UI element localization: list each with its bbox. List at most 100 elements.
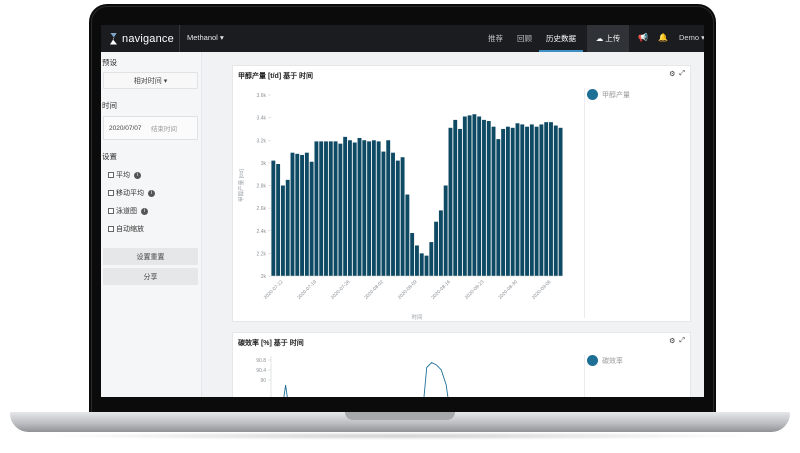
bar	[347, 140, 352, 276]
bar	[376, 141, 381, 276]
bar	[534, 126, 539, 276]
bar	[510, 127, 515, 277]
app-screen: navigance Methanol ▾ 推荐 回顾 历史数据 ☁ 上传 📢 🔔…	[101, 25, 704, 397]
info-icon[interactable]: i	[148, 189, 155, 197]
option-autoscale[interactable]: 自动缩放	[108, 224, 144, 234]
efficiency-series-line	[283, 361, 449, 397]
start-date-input[interactable]: 2020/07/07	[104, 125, 151, 132]
bar	[462, 116, 467, 277]
gear-icon[interactable]: ⚙	[669, 337, 675, 345]
y-tick-label: 2.2k	[257, 251, 267, 257]
bar	[324, 141, 328, 276]
legend-label: 碳效率	[602, 357, 623, 365]
option-moving-average[interactable]: 移动平均 i	[108, 188, 155, 198]
checkbox[interactable]	[108, 172, 114, 178]
checkbox[interactable]	[108, 226, 114, 232]
legend-divider	[584, 88, 585, 318]
efficiency-line-chart: 90.8 90.4 90	[256, 356, 449, 397]
bar	[285, 179, 290, 276]
expand-icon[interactable]: ⤢	[679, 70, 685, 78]
bar	[520, 124, 525, 276]
y-axis-label: 甲醇产量 [t/d]	[237, 169, 245, 202]
panel-tools: ⚙ ⤢	[669, 70, 685, 78]
logo[interactable]: navigance	[109, 31, 174, 46]
time-label: 时间	[102, 101, 117, 110]
cloud-upload-icon: ☁	[595, 34, 604, 43]
gear-icon[interactable]: ⚙	[669, 70, 675, 78]
bar	[410, 233, 415, 276]
sidebar: 预设 相对时间 ▾ 时间 2020/07/07 结束时间 设置 平均 i 移动平…	[101, 52, 202, 397]
bell-icon[interactable]: 🔔	[658, 33, 668, 42]
bar	[472, 114, 477, 276]
y-tick-label: 2.8k	[257, 184, 267, 190]
bar	[486, 121, 491, 276]
bar	[434, 221, 439, 276]
share-button[interactable]: 分享	[103, 268, 198, 285]
nav-link-recommend[interactable]: 推荐	[481, 25, 510, 52]
expand-icon[interactable]: ⤢	[679, 337, 685, 345]
bar	[381, 151, 386, 276]
bar	[319, 141, 324, 276]
info-icon[interactable]: i	[141, 207, 148, 215]
legend-item[interactable]: 甲醇产量	[587, 89, 630, 100]
bar	[280, 185, 285, 276]
bar	[443, 185, 448, 276]
reset-settings-button[interactable]: 设置重置	[103, 248, 198, 265]
bar	[424, 255, 429, 276]
nav-link-review[interactable]: 回顾	[510, 25, 539, 52]
bar	[458, 128, 462, 276]
nav-link-history[interactable]: 历史数据	[539, 25, 583, 52]
panel-title: 碳效率 [%] 基于 时间	[238, 340, 304, 347]
relative-time-button[interactable]: 相对时间 ▾	[103, 72, 198, 89]
bar	[405, 194, 410, 276]
relative-time-label: 相对时间	[133, 77, 162, 85]
user-menu[interactable]: Demo ▾	[679, 33, 704, 42]
bar	[290, 152, 295, 276]
logo-text: navigance	[122, 32, 174, 45]
legend-item[interactable]: 碳效率	[587, 355, 623, 366]
end-date-input[interactable]: 结束时间	[151, 123, 197, 133]
bar	[371, 140, 376, 276]
bar	[419, 253, 424, 276]
bar	[553, 125, 558, 276]
caret-down-icon: ▾	[161, 77, 168, 85]
bar	[438, 210, 443, 276]
option-swimlane[interactable]: 泳道图 i	[108, 206, 148, 216]
bar	[386, 140, 391, 276]
bar	[391, 152, 395, 276]
user-name: Demo	[679, 33, 700, 42]
bar	[544, 122, 549, 277]
legend-label: 甲醇产量	[602, 91, 630, 99]
y-tick-label: 2.4k	[257, 229, 267, 235]
bar	[367, 141, 372, 276]
bar	[529, 124, 534, 276]
bar	[482, 119, 486, 276]
model-dropdown[interactable]: Methanol ▾	[187, 33, 224, 42]
x-tick-label: 2020-08-30	[497, 279, 519, 301]
bar	[395, 160, 400, 276]
option-label: 自动缩放	[116, 226, 144, 233]
y-tick-label: 90.4	[256, 368, 266, 374]
preset-label: 预设	[102, 58, 117, 67]
y-tick-label: 3.6k	[257, 93, 267, 99]
bar	[295, 153, 300, 276]
laptop-notch	[345, 412, 455, 420]
bar	[352, 142, 357, 276]
top-navbar: navigance Methanol ▾ 推荐 回顾 历史数据 ☁ 上传 📢 🔔…	[101, 25, 704, 52]
y-tick-label: 3k	[261, 161, 267, 167]
upload-button-label: 上传	[605, 34, 621, 43]
caret-down-icon: ▾	[219, 33, 224, 42]
y-tick-label: 2k	[261, 274, 267, 280]
bar	[448, 127, 453, 277]
option-average[interactable]: 平均 i	[108, 170, 141, 180]
y-tick-label: 90	[260, 378, 266, 384]
y-tick-label: 90.8	[256, 358, 266, 364]
checkbox[interactable]	[108, 208, 114, 214]
nav-links: 推荐 回顾 历史数据	[481, 25, 583, 52]
upload-button[interactable]: ☁ 上传	[587, 25, 629, 52]
x-tick-label: 2020-09-06	[531, 279, 553, 301]
megaphone-icon[interactable]: 📢	[638, 33, 648, 42]
checkbox[interactable]	[108, 190, 114, 196]
info-icon[interactable]: i	[134, 171, 141, 179]
x-tick-label: 2020-08-09	[397, 279, 419, 301]
